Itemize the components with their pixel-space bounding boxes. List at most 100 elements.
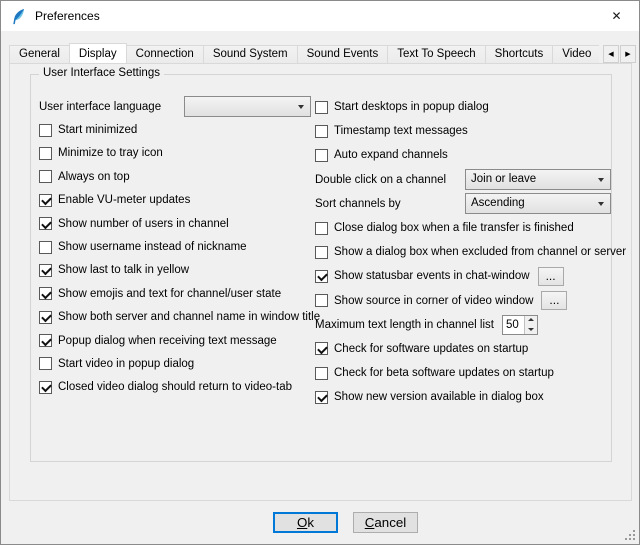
checkbox-box[interactable] — [39, 264, 52, 277]
combobox-value: Join or leave — [466, 170, 610, 189]
row-sort-channels-by: Sort channels by Ascending — [315, 192, 611, 216]
checkbox-box[interactable] — [39, 311, 52, 324]
checkbox-label: Show username instead of nickname — [58, 241, 247, 253]
sort-channels-label: Sort channels by — [315, 198, 401, 210]
tab-connection[interactable]: Connection — [126, 45, 204, 63]
checkbox-label: Popup dialog when receiving text message — [58, 335, 277, 347]
checkbox-box[interactable] — [315, 222, 328, 235]
arrow-right-icon: ▶ — [625, 50, 630, 58]
tab-scroller: ◀ ▶ — [602, 45, 636, 63]
tab-label: Video — [562, 48, 591, 60]
tab-general[interactable]: General — [9, 45, 70, 63]
checkbox-label: Start minimized — [58, 124, 137, 136]
spin-up-button[interactable] — [525, 316, 537, 325]
user-interface-settings-group: User Interface Settings User interface l… — [30, 74, 612, 462]
checkbox-box[interactable] — [39, 287, 52, 300]
tab-sound-events[interactable]: Sound Events — [297, 45, 389, 63]
sort-channels-combobox[interactable]: Ascending — [465, 193, 611, 214]
spin-down-button[interactable] — [525, 325, 537, 334]
tab-display[interactable]: Display — [69, 43, 127, 63]
checkbox-box[interactable] — [39, 217, 52, 230]
checkbox-box[interactable] — [315, 342, 328, 355]
checkbox-show-server-channel-in-title[interactable]: Show both server and channel name in win… — [39, 306, 311, 329]
close-button[interactable]: ✕ — [594, 1, 639, 31]
checkbox-start-desktops-popup[interactable]: Start desktops in popup dialog — [315, 95, 611, 119]
double-click-combobox[interactable]: Join or leave — [465, 169, 611, 190]
double-click-label: Double click on a channel — [315, 174, 446, 186]
tab-label: Shortcuts — [495, 48, 544, 60]
checkbox-label: Always on top — [58, 171, 130, 183]
checkbox-box[interactable] — [39, 194, 52, 207]
app-icon — [10, 8, 27, 25]
checkbox-enable-vu-meter-updates[interactable]: Enable VU-meter updates — [39, 189, 311, 212]
checkbox-box[interactable] — [39, 147, 52, 160]
right-column: Start desktops in popup dialog Timestamp… — [315, 95, 611, 409]
checkbox-box[interactable] — [315, 125, 328, 138]
max-text-length-value[interactable] — [503, 316, 523, 334]
checkbox-closed-video-return-tab[interactable]: Closed video dialog should return to vid… — [39, 376, 311, 399]
checkbox-show-emojis-text-state[interactable]: Show emojis and text for channel/user st… — [39, 282, 311, 305]
checkbox-start-minimized[interactable]: Start minimized — [39, 118, 311, 141]
checkbox-label: Close dialog box when a file transfer is… — [334, 222, 574, 234]
checkbox-timestamp-text-messages[interactable]: Timestamp text messages — [315, 119, 611, 143]
tab-label: Sound System — [213, 48, 288, 60]
chevron-down-icon — [598, 202, 604, 206]
checkbox-box[interactable] — [39, 334, 52, 347]
close-icon: ✕ — [611, 9, 621, 23]
checkbox-box[interactable] — [39, 357, 52, 370]
checkbox-box[interactable] — [39, 124, 52, 137]
group-title: User Interface Settings — [39, 67, 164, 79]
checkbox-start-video-popup[interactable]: Start video in popup dialog — [39, 352, 311, 375]
checkbox-box[interactable] — [39, 170, 52, 183]
checkbox-box[interactable] — [39, 381, 52, 394]
display-tab-pane: User Interface Settings User interface l… — [9, 63, 632, 501]
checkbox-dialog-when-excluded[interactable]: Show a dialog box when excluded from cha… — [315, 240, 611, 264]
checkbox-check-beta-updates[interactable]: Check for beta software updates on start… — [315, 361, 611, 385]
checkbox-auto-expand-channels[interactable]: Auto expand channels — [315, 143, 611, 167]
checkbox-close-dialog-file-transfer[interactable]: Close dialog box when a file transfer is… — [315, 216, 611, 240]
checkbox-label: Timestamp text messages — [334, 125, 468, 137]
checkbox-label: Minimize to tray icon — [58, 147, 163, 159]
tab-label: Text To Speech — [397, 48, 475, 60]
checkbox-label: Show statusbar events in chat-window — [334, 270, 530, 282]
checkbox-label: Auto expand channels — [334, 149, 448, 161]
tab-label: General — [19, 48, 60, 60]
checkbox-box[interactable] — [315, 246, 328, 259]
row-user-interface-language: User interface language — [39, 95, 311, 118]
checkbox-label: Show both server and channel name in win… — [58, 311, 320, 323]
checkbox-show-last-to-talk-yellow[interactable]: Show last to talk in yellow — [39, 259, 311, 282]
ok-button[interactable]: Ok — [273, 512, 338, 533]
checkbox-show-username-instead-nickname[interactable]: Show username instead of nickname — [39, 235, 311, 258]
checkbox-box[interactable] — [315, 391, 328, 404]
checkbox-box[interactable] — [315, 367, 328, 380]
checkbox-label: Show source in corner of video window — [334, 295, 533, 307]
title-bar[interactable]: Preferences ✕ — [1, 1, 639, 31]
checkbox-always-on-top[interactable]: Always on top — [39, 165, 311, 188]
checkbox-check-software-updates[interactable]: Check for software updates on startup — [315, 337, 611, 361]
statusbar-events-browse-button[interactable]: ... — [538, 267, 564, 286]
checkbox-statusbar-events[interactable] — [315, 270, 328, 283]
checkbox-show-number-of-users[interactable]: Show number of users in channel — [39, 212, 311, 235]
max-text-length-label: Maximum text length in channel list — [315, 319, 494, 331]
checkbox-label: Enable VU-meter updates — [58, 194, 190, 206]
tab-text-to-speech[interactable]: Text To Speech — [387, 45, 485, 63]
tab-video[interactable]: Video — [552, 45, 599, 63]
language-combobox[interactable] — [184, 96, 311, 117]
video-source-browse-button[interactable]: ... — [541, 291, 567, 310]
tab-scroll-right-button[interactable]: ▶ — [620, 45, 636, 63]
tab-scroll-left-button[interactable]: ◀ — [603, 45, 619, 63]
tab-sound-system[interactable]: Sound System — [203, 45, 298, 63]
resize-grip[interactable] — [624, 529, 637, 542]
checkbox-box[interactable] — [315, 101, 328, 114]
checkbox-popup-dialog-text-message[interactable]: Popup dialog when receiving text message — [39, 329, 311, 352]
checkbox-box[interactable] — [39, 241, 52, 254]
preferences-dialog: Preferences ✕ General Display Connection… — [0, 0, 640, 545]
checkbox-box[interactable] — [315, 149, 328, 162]
checkbox-video-source-corner[interactable] — [315, 294, 328, 307]
tab-shortcuts[interactable]: Shortcuts — [485, 45, 554, 63]
max-text-length-spinbox[interactable] — [502, 315, 538, 335]
cancel-button[interactable]: Cancel — [353, 512, 418, 533]
checkbox-minimize-to-tray-icon[interactable]: Minimize to tray icon — [39, 142, 311, 165]
row-double-click-channel: Double click on a channel Join or leave — [315, 168, 611, 192]
checkbox-show-new-version-dialog[interactable]: Show new version available in dialog box — [315, 385, 611, 409]
